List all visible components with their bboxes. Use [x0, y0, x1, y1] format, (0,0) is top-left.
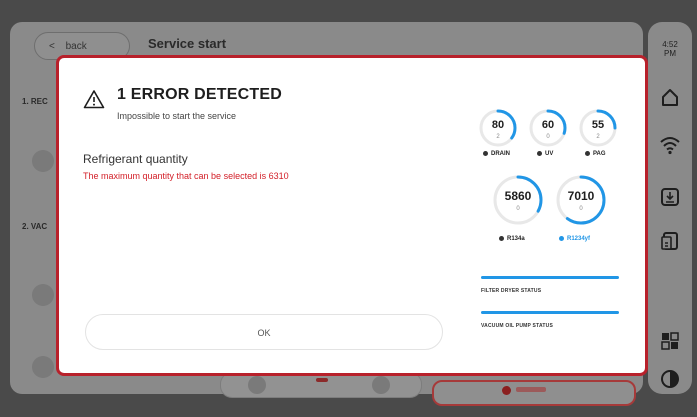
stepper-bg — [248, 376, 266, 394]
gauge-pag-label-text: PAG — [593, 151, 606, 158]
gauge-uv-label: UV — [537, 151, 553, 157]
filter-status-label: FILTER DRYER STATUS — [481, 288, 542, 294]
home-icon[interactable] — [659, 86, 681, 108]
gauge-uv-value: 60 — [541, 119, 555, 131]
warning-icon — [83, 90, 105, 109]
stop-icon — [502, 386, 511, 395]
gauge-drain-sub: 2 — [496, 134, 500, 140]
gauge-uv-sub: 0 — [546, 134, 550, 140]
uv-dot-icon — [537, 151, 542, 156]
minus-button-bg — [32, 356, 54, 378]
gauge-r1234yf-value: 7010 — [567, 189, 595, 203]
gauge-pag-sub: 2 — [596, 134, 600, 140]
gauge-drain-label: DRAIN — [483, 151, 510, 157]
minus-button-bg — [32, 150, 54, 172]
dialog-subtitle: Impossible to start the service — [117, 111, 237, 121]
gauge-pag-value: 55 — [591, 119, 605, 131]
gauge-r134a: 5860 0 — [492, 174, 544, 226]
gauge-drain-label-text: DRAIN — [491, 151, 510, 158]
section-1-label: 1. REC — [22, 97, 48, 106]
gauge-r134a-sub: 0 — [516, 206, 520, 212]
pump-status-label: VACUUM OIL PUMP STATUS — [481, 323, 553, 329]
filter-status-bar — [481, 276, 619, 279]
gauge-drain-value: 80 — [491, 119, 505, 131]
minus-button-bg — [32, 284, 54, 306]
report-icon[interactable] — [659, 230, 681, 252]
stop-label-bg — [516, 387, 546, 392]
gauge-pag-label: PAG — [585, 151, 606, 157]
gauge-r134a-value: 5860 — [504, 189, 532, 203]
contrast-icon[interactable] — [659, 368, 681, 390]
page-title: Service start — [148, 36, 227, 51]
error-dialog: 1 ERROR DETECTED Impossible to start the… — [56, 55, 648, 376]
ok-button[interactable]: OK — [85, 314, 443, 350]
gauge-pag: 55 2 — [578, 108, 618, 148]
gauge-r1234yf-label: R1234yf — [559, 236, 590, 242]
bg-marker — [316, 378, 328, 382]
dialog-title: 1 ERROR DETECTED — [117, 86, 282, 103]
gauge-r134a-label: R134a — [499, 236, 525, 242]
wifi-icon[interactable] — [659, 134, 681, 156]
pag-dot-icon — [585, 151, 590, 156]
clock-text: 4:52 PM — [662, 40, 678, 58]
gauge-r1234yf: 7010 0 — [555, 174, 607, 226]
section-2-label: 2. VAC — [22, 222, 48, 231]
error-message: The maximum quantity that can be selecte… — [83, 171, 289, 181]
right-rail: 4:52 PM — [648, 22, 692, 394]
stop-button-bg — [432, 380, 636, 406]
r1234yf-dot-icon — [559, 236, 564, 241]
chevron-left-icon: < — [49, 41, 55, 52]
gauge-r134a-label-text: R134a — [507, 236, 525, 243]
download-icon[interactable] — [659, 186, 681, 208]
gauge-r1234yf-sub: 0 — [579, 206, 583, 212]
drain-dot-icon — [483, 151, 488, 156]
grid-icon[interactable] — [659, 330, 681, 352]
r134a-dot-icon — [499, 236, 504, 241]
gauge-uv-label-text: UV — [545, 151, 554, 158]
pump-status-bar — [481, 311, 619, 314]
gauge-drain: 80 2 — [478, 108, 518, 148]
stepper-bg — [372, 376, 390, 394]
gauge-r1234yf-label-text: R1234yf — [567, 236, 591, 243]
gauge-uv: 60 0 — [528, 108, 568, 148]
field-label: Refrigerant quantity — [83, 152, 188, 166]
back-label: back — [65, 41, 87, 52]
clock: 4:52 PM — [648, 40, 692, 58]
